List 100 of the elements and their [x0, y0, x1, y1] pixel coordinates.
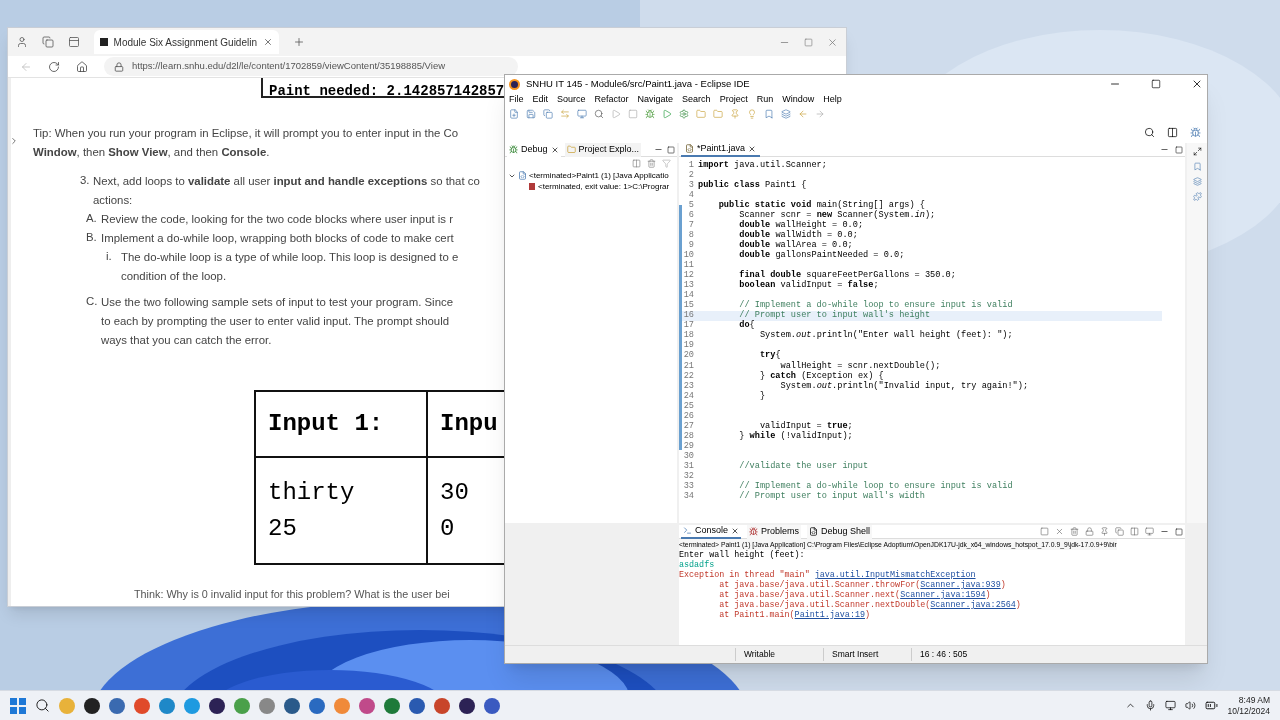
remove-icon[interactable]	[1055, 527, 1064, 536]
line-number: 34	[682, 490, 695, 503]
code-line: import java.util.Scanner;	[698, 158, 827, 172]
line-number: 25	[682, 399, 695, 412]
code-line: double wallHeight = 0.0;	[738, 219, 864, 230]
save-icon[interactable]	[526, 109, 536, 119]
menu-item[interactable]: Search	[682, 93, 711, 107]
view-tab[interactable]: Debug Shell	[807, 524, 873, 539]
new-file-icon[interactable]	[509, 109, 519, 119]
home-icon[interactable]	[76, 60, 88, 73]
app-icon[interactable]	[284, 697, 300, 714]
menu-item[interactable]: Navigate	[637, 93, 674, 107]
browser-tab[interactable]: Module Six Assignment Guidelin	[94, 30, 279, 54]
stop-icon[interactable]	[1040, 527, 1049, 536]
bookmark-icon[interactable]	[764, 109, 774, 119]
close-icon[interactable]	[731, 526, 740, 535]
app-icon[interactable]	[209, 697, 225, 714]
stack-link[interactable]: Scanner.java:2564	[930, 600, 1016, 610]
new-tab-icon[interactable]	[293, 36, 305, 48]
sidebar-toggle-icon[interactable]	[9, 136, 19, 146]
code-comment: // Implement a do-while loop to ensure input is valid	[738, 480, 1013, 492]
pin-icon[interactable]	[730, 109, 740, 119]
pin-icon[interactable]	[1100, 527, 1109, 536]
maximize-icon[interactable]	[667, 145, 675, 154]
paragraph-line: ways that you can catch the error.	[101, 333, 272, 348]
list-marker: A.	[86, 211, 98, 226]
maximize-icon[interactable]	[1175, 527, 1183, 536]
filter-icon[interactable]	[662, 159, 671, 168]
layout-icon[interactable]	[1130, 527, 1139, 536]
site-icon	[100, 38, 108, 46]
line-number: 19	[682, 339, 695, 351]
code-line: final double squareFeetPerGallons = 350.0;	[738, 269, 956, 281]
app-icon[interactable]	[459, 697, 475, 714]
scroll-lock-icon[interactable]	[1085, 527, 1094, 536]
volume-icon[interactable]	[1185, 700, 1197, 711]
profile-icon[interactable]	[16, 36, 28, 48]
menu-item[interactable]: Window	[782, 93, 815, 107]
search-icon[interactable]	[35, 698, 50, 713]
run-icon[interactable]	[662, 109, 672, 119]
view-tab[interactable]: Problems	[747, 524, 802, 539]
line-number: 6	[687, 208, 695, 221]
paragraph-line: Use the two following sample sets of input to test your program. Since	[101, 295, 453, 310]
menu-item[interactable]: Project	[719, 93, 748, 107]
menu-item[interactable]: Edit	[532, 93, 549, 107]
menu-item[interactable]: Source	[557, 93, 586, 107]
back-icon[interactable]	[798, 109, 808, 119]
display-icon[interactable]	[1145, 527, 1154, 536]
search-icon[interactable]	[1144, 126, 1155, 138]
forward-icon[interactable]	[815, 109, 825, 119]
remove-all-icon[interactable]	[1070, 527, 1079, 536]
battery-icon[interactable]	[1205, 699, 1219, 712]
debug-perspective-icon[interactable]	[1190, 126, 1201, 138]
tree-item[interactable]: <terminated>Paint1 (1) [Java Applicatio	[529, 169, 669, 182]
stop-icon[interactable]	[628, 109, 638, 119]
folder-icon[interactable]	[696, 109, 706, 119]
paragraph-line: Implement a do-while loop, wrapping both blocks of code to make cert	[101, 231, 454, 246]
view-tab[interactable]: Console	[681, 524, 742, 539]
tab-actions-icon[interactable]	[68, 36, 80, 48]
line-number: 33	[682, 480, 695, 492]
stack-link[interactable]: java.util.InputMismatchException	[814, 570, 976, 580]
resume-icon[interactable]	[611, 109, 621, 119]
address-bar[interactable]: https://learn.snhu.edu/d2l/le/content/1702859/viewContent/35198885/View	[104, 57, 518, 76]
app-icon[interactable]	[84, 697, 100, 714]
reload-icon[interactable]	[48, 60, 60, 73]
code-line: }	[758, 389, 766, 403]
line-number: 1	[687, 158, 695, 171]
line-number: 9	[687, 238, 695, 251]
stack-link[interactable]: Scanner.java:1594	[900, 590, 986, 600]
menu-item[interactable]: Refactor	[594, 93, 629, 107]
remove-icon[interactable]	[647, 159, 656, 168]
code-line: do{	[738, 319, 755, 333]
close-icon[interactable]	[748, 144, 757, 153]
debug-icon[interactable]	[645, 109, 655, 119]
stack-link[interactable]: Scanner.java:939	[920, 580, 1001, 590]
menu-item[interactable]: Help	[823, 93, 842, 107]
line-number: 31	[682, 460, 695, 472]
workspaces-icon[interactable]	[42, 36, 54, 48]
clock-date: 10/12/2024	[1227, 705, 1270, 717]
stack-link[interactable]: Paint1.java:19	[794, 610, 865, 620]
swap-icon[interactable]	[560, 109, 570, 119]
status-field: Writable	[735, 648, 823, 661]
line-number: 18	[682, 329, 695, 341]
close-icon[interactable]	[550, 145, 559, 154]
line-number: 16	[682, 309, 695, 321]
maximize-icon[interactable]	[1175, 145, 1183, 154]
bug-icon	[509, 145, 518, 154]
microphone-icon[interactable]	[1145, 700, 1157, 711]
menu-item[interactable]: Run	[756, 93, 774, 107]
code-line: public class Paint1 {	[698, 178, 807, 192]
layers-icon[interactable]	[781, 109, 791, 119]
copy-icon[interactable]	[1115, 527, 1124, 536]
start-icon[interactable]	[10, 697, 26, 714]
maximize-icon[interactable]	[1151, 79, 1161, 89]
tools-icon[interactable]	[679, 109, 689, 119]
table-header: Inpu	[439, 409, 499, 439]
line-number: 4	[687, 188, 695, 201]
open-folder-icon[interactable]	[713, 109, 723, 119]
close-icon[interactable]	[1191, 78, 1203, 90]
save-all-icon[interactable]	[543, 109, 553, 119]
tree-item[interactable]: <terminated, exit value: 1>C:\Prograr	[538, 180, 670, 193]
